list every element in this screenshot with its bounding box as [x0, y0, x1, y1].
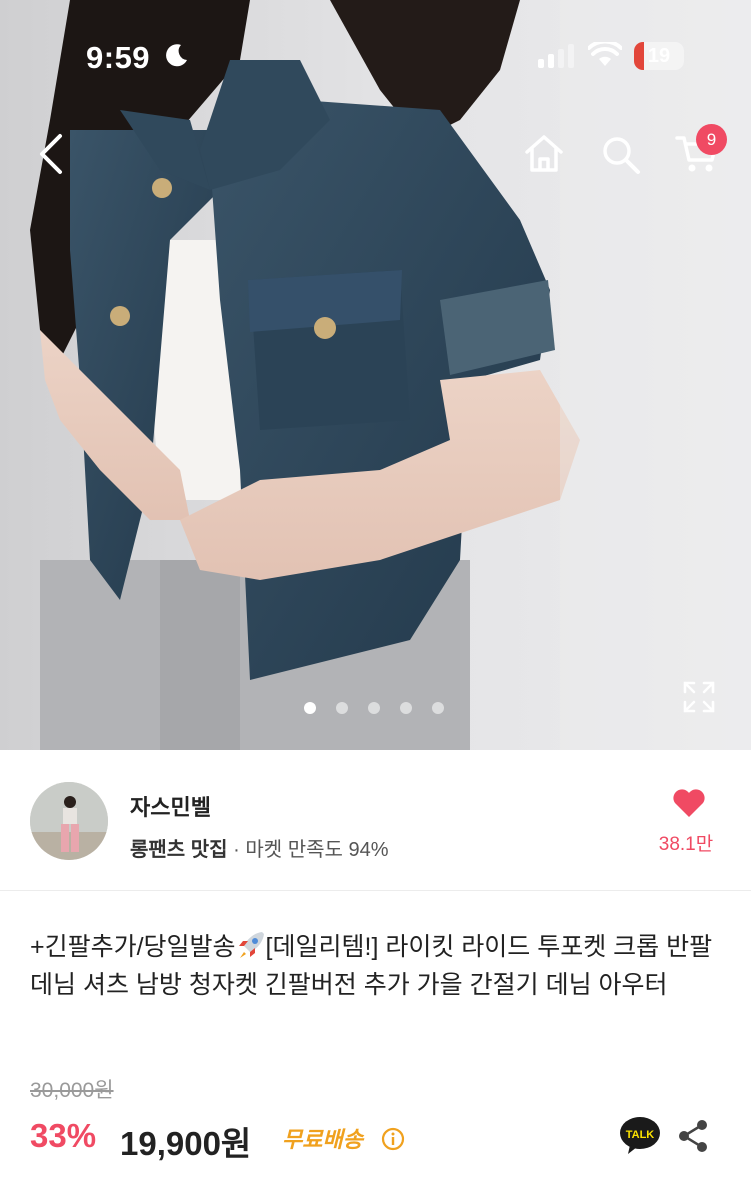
- heart-icon[interactable]: [672, 788, 706, 818]
- moon-icon: [166, 44, 187, 67]
- seller-tag: 롱팬츠 맛집: [130, 839, 228, 861]
- discount-rate: 33%: [30, 1117, 97, 1154]
- seller-avatar[interactable]: [30, 782, 108, 860]
- product-title: +긴팔추가/당일발송 [데일리템!] 라이킷 라이드 투포켓 크롭 반팔 데님 …: [30, 928, 730, 1004]
- product-image-gallery[interactable]: 9:59 19 9: [0, 0, 751, 750]
- seller-name[interactable]: 자스민벨: [130, 790, 211, 822]
- gallery-dot[interactable]: [368, 702, 380, 714]
- seller-satisfaction: · 마켓 만족도 94%: [233, 839, 389, 861]
- search-icon[interactable]: [600, 134, 642, 176]
- original-price: 30,000원: [30, 1079, 114, 1102]
- seller-row[interactable]: 자스민벨 롱팬츠 맛집 · 마켓 만족도 94% 38.1만: [0, 750, 751, 891]
- home-icon[interactable]: [522, 132, 566, 176]
- back-arrow-icon[interactable]: [34, 132, 70, 176]
- cart-count-badge: 9: [696, 124, 727, 155]
- talk-label: TALK: [626, 1129, 655, 1141]
- kakao-talk-icon[interactable]: TALK: [618, 1115, 662, 1155]
- seller-subtitle: 롱팬츠 맛집 · 마켓 만족도 94%: [130, 833, 388, 862]
- free-shipping-label: 무료배송: [282, 1127, 363, 1152]
- battery-indicator: 19: [634, 42, 684, 70]
- status-bar: 9:59 19: [0, 0, 751, 100]
- sale-price: 19,900원: [120, 1125, 252, 1162]
- gallery-dot[interactable]: [336, 702, 348, 714]
- product-title-prefix: +긴팔추가/당일발송: [30, 933, 236, 961]
- battery-level: 19: [647, 45, 671, 67]
- product-photo: [30, 0, 751, 750]
- share-icon[interactable]: [676, 1118, 710, 1154]
- signal-icon: [538, 44, 574, 68]
- gallery-dot[interactable]: [432, 702, 444, 714]
- info-icon[interactable]: [381, 1127, 405, 1151]
- wifi-icon: [588, 42, 622, 66]
- expand-icon[interactable]: [682, 680, 716, 714]
- gallery-dot[interactable]: [304, 702, 316, 714]
- status-time: 9:59: [86, 40, 151, 75]
- rocket-icon: [238, 932, 264, 958]
- gallery-dot[interactable]: [400, 702, 412, 714]
- like-count: 38.1만: [658, 834, 714, 855]
